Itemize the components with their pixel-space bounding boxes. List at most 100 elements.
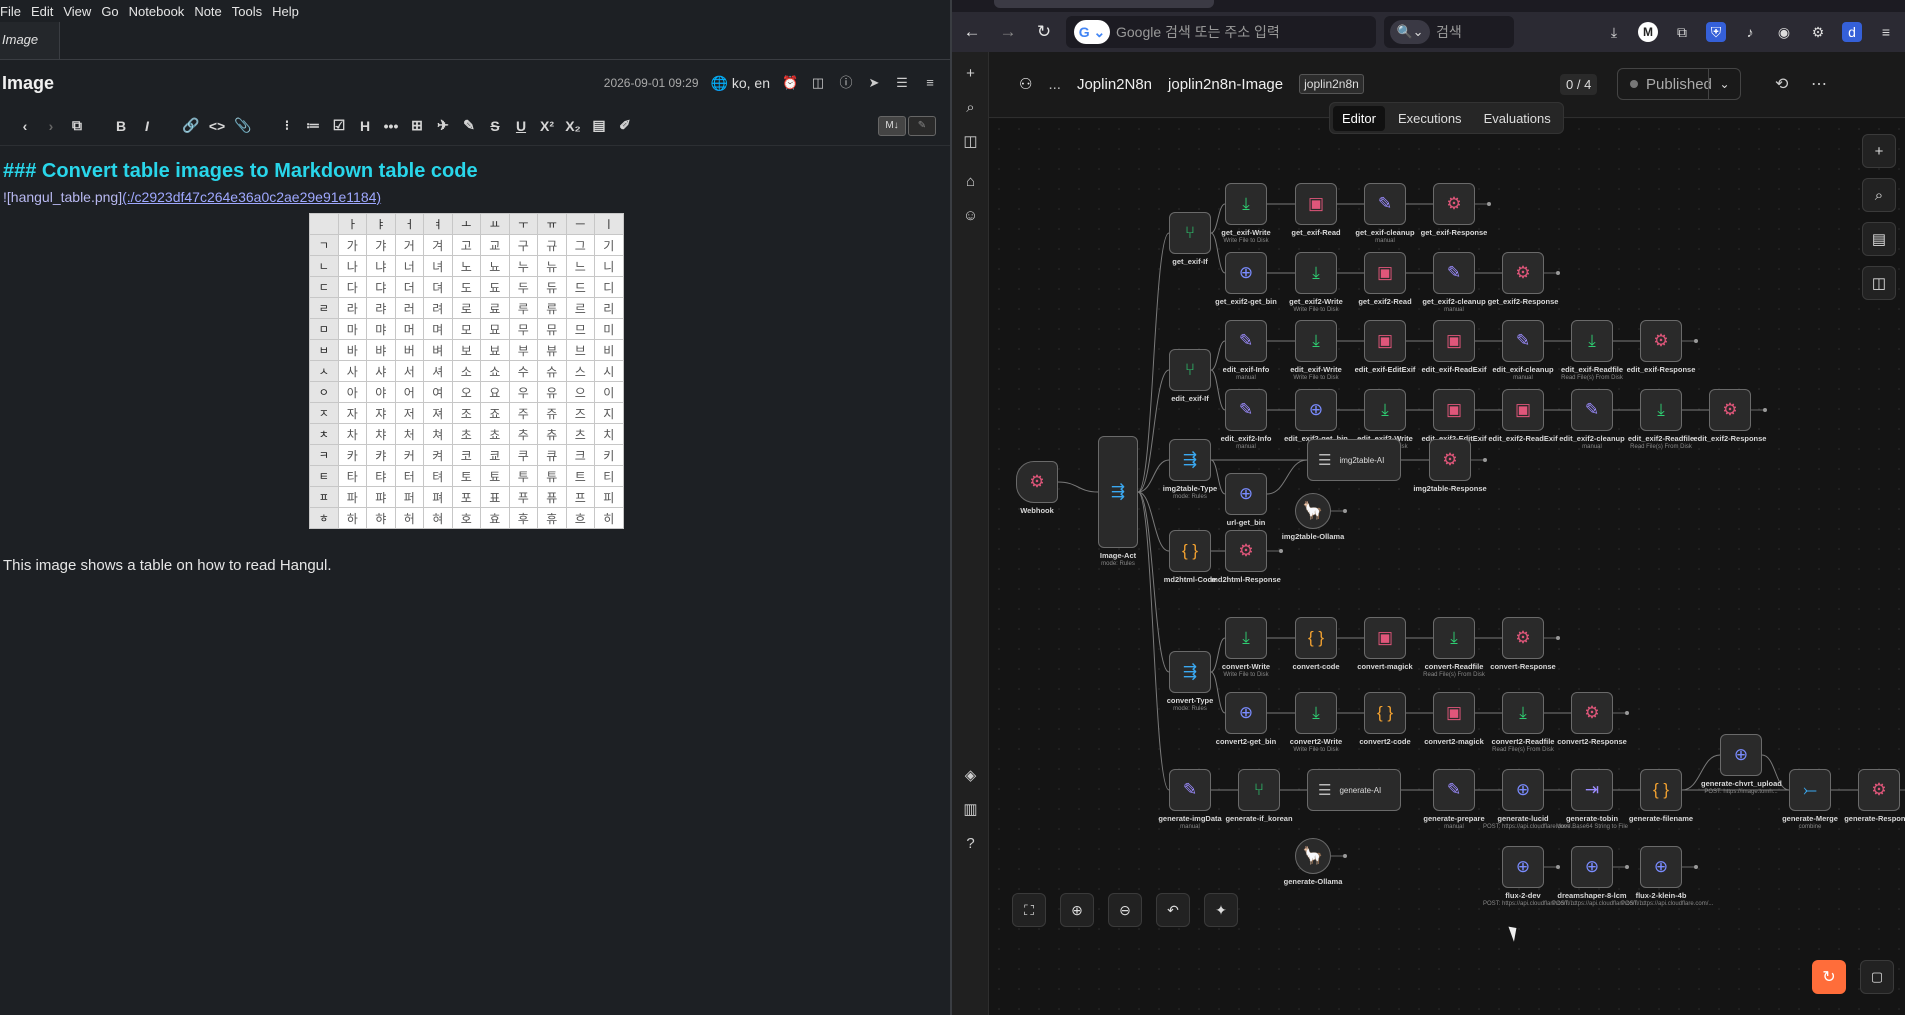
output-handle[interactable] (1343, 854, 1347, 858)
workflow-tag[interactable]: joplin2n8n (1299, 74, 1364, 94)
insights-icon[interactable]: ▥ (952, 792, 989, 826)
breadcrumb-ellipsis[interactable]: ... (1048, 76, 1061, 93)
execute-workflow-button[interactable]: ↻ (1812, 960, 1846, 994)
bullet-list-icon[interactable]: ⁝ (276, 114, 298, 138)
fit-view-button[interactable]: ⛶ (1012, 893, 1046, 927)
tab-editor[interactable]: Editor (1333, 105, 1385, 131)
node-generate-chvrt_upload[interactable]: ⊕ (1720, 734, 1762, 776)
node-generate-Ollama[interactable]: 🦙 (1295, 838, 1331, 874)
bold-icon[interactable]: B (110, 114, 132, 138)
browser-tab[interactable] (994, 0, 1214, 8)
node-get_exif-Response[interactable]: ⚙ (1433, 183, 1475, 225)
checklist-icon[interactable]: ☑ (328, 114, 350, 138)
node-generate-filename[interactable]: { } (1640, 769, 1682, 811)
node-convert-code[interactable]: { } (1295, 617, 1337, 659)
node-get_exif-if[interactable]: ⑂ (1169, 212, 1211, 254)
zoom-in-button[interactable]: ⊕ (1060, 893, 1094, 927)
node-flux-2-klein-4b[interactable]: ⊕ (1640, 846, 1682, 888)
share-icon[interactable]: ➤ (866, 75, 882, 91)
person-icon[interactable]: ⚇ (1019, 75, 1032, 93)
menu-file[interactable]: File (0, 4, 27, 19)
node-edit_exif2-Readfile[interactable]: ⤓ (1640, 389, 1682, 431)
cookie-extension-icon[interactable]: ◉ (1771, 19, 1797, 45)
google-engine-icon[interactable]: G ⌄ (1074, 20, 1110, 44)
node-edit_exif2-ReadExif[interactable]: ▣ (1502, 389, 1544, 431)
tidy-up-button[interactable]: ✦ (1204, 893, 1238, 927)
add-icon[interactable]: + (952, 56, 989, 90)
ublock-extension-icon[interactable]: ⛨ (1706, 22, 1726, 42)
node-get_exif2-Read[interactable]: ▣ (1364, 252, 1406, 294)
node-edit_exif2-EditExif[interactable]: ▣ (1433, 389, 1475, 431)
node-convert-Write[interactable]: ⤓ (1225, 617, 1267, 659)
pen-icon[interactable]: ✐ (614, 114, 636, 138)
note-tab-image[interactable]: Image (0, 22, 60, 59)
stop-button[interactable]: ▢ (1860, 960, 1894, 994)
forward-icon[interactable]: › (40, 114, 62, 138)
workflow-canvas[interactable]: ⚙ Webhook ⇶ Image-Act mode: Rules ⑂ get_exif-I… (989, 119, 1905, 1015)
document-icon[interactable]: ▤ (588, 114, 610, 138)
external-edit-icon[interactable]: ⧉ (66, 114, 88, 138)
browser-menu-icon[interactable]: ≡ (1873, 19, 1899, 45)
send-icon[interactable]: ✈ (432, 114, 454, 138)
menu-icon[interactable]: ≡ (922, 75, 938, 91)
undo-button[interactable]: ↶ (1156, 893, 1190, 927)
output-handle[interactable] (1625, 865, 1629, 869)
reload-icon[interactable]: ↻ (1030, 18, 1058, 46)
extensions-icon[interactable]: ⧉ (1669, 19, 1695, 45)
node-img2table-AI[interactable]: ☰ img2table-AI (1307, 439, 1401, 481)
node-convert2-Readfile[interactable]: ⤓ (1502, 692, 1544, 734)
insert-date-icon[interactable]: ⊞ (406, 114, 428, 138)
output-handle[interactable] (1694, 339, 1698, 343)
alarm-icon[interactable]: ⏰ (782, 75, 798, 91)
node-get_exif-cleanup[interactable]: ✎ (1364, 183, 1406, 225)
node-edit_exif2-cleanup[interactable]: ✎ (1571, 389, 1613, 431)
italic-icon[interactable]: I (136, 114, 158, 138)
node-edit_exif2-Response[interactable]: ⚙ (1709, 389, 1751, 431)
output-handle[interactable] (1343, 509, 1347, 513)
workflow-name[interactable]: joplin2n8n-Image (1168, 76, 1283, 93)
node-edit_exif-ReadExif[interactable]: ▣ (1433, 320, 1475, 362)
node-image-act[interactable]: ⇶ (1098, 436, 1138, 548)
node-generate-AI[interactable]: ☰ generate-AI (1307, 769, 1401, 811)
node-img2table-Response[interactable]: ⚙ (1429, 439, 1471, 481)
node-get_exif2-Response[interactable]: ⚙ (1502, 252, 1544, 294)
d-extension-icon[interactable]: d (1842, 22, 1862, 42)
more-icon[interactable]: ⋯ (1811, 74, 1827, 94)
menu-view[interactable]: View (63, 4, 97, 19)
menu-edit[interactable]: Edit (31, 4, 59, 19)
canvas-search-button[interactable]: ⌕ (1862, 178, 1896, 212)
menu-go[interactable]: Go (101, 4, 124, 19)
image-link-target[interactable]: (:/c2923df47c264e36a0c2ae29e91e1184) (122, 189, 381, 205)
chevron-down-icon[interactable]: ⌄ (1708, 69, 1740, 99)
node-generate-Response[interactable]: ⚙ (1858, 769, 1900, 811)
underline-icon[interactable]: U (510, 114, 532, 138)
attach-icon[interactable]: 📎 (232, 114, 254, 138)
node-edit_exif-EditExif[interactable]: ▣ (1364, 320, 1406, 362)
m-extension-icon[interactable]: M (1638, 22, 1658, 42)
output-handle[interactable] (1556, 865, 1560, 869)
code-icon[interactable]: <> (206, 114, 228, 138)
node-edit_exif-Write[interactable]: ⤓ (1295, 320, 1337, 362)
node-edit_exif2-get_bin[interactable]: ⊕ (1295, 389, 1337, 431)
node-convert2-code[interactable]: { } (1364, 692, 1406, 734)
node-convert-magick[interactable]: ▣ (1364, 617, 1406, 659)
node-md2html-Code[interactable]: { } (1169, 530, 1211, 572)
node-edit_exif-Info[interactable]: ✎ (1225, 320, 1267, 362)
editor-mode-toggle[interactable]: M↓ ✎ (878, 115, 936, 136)
list-icon[interactable]: ☰ (894, 75, 910, 91)
node-url-get_bin[interactable]: ⊕ (1225, 473, 1267, 515)
node-generate-lucid[interactable]: ⊕ (1502, 769, 1544, 811)
node-flux-2-dev[interactable]: ⊕ (1502, 846, 1544, 888)
node-convert-Response[interactable]: ⚙ (1502, 617, 1544, 659)
addon-icon[interactable]: ⚙ (1805, 19, 1831, 45)
strikethrough-icon[interactable]: S (484, 114, 506, 138)
node-webhook[interactable]: ⚙ (1016, 461, 1058, 503)
back-icon[interactable]: ‹ (14, 114, 36, 138)
node-generate-if_korean[interactable]: ⑂ (1238, 769, 1280, 811)
node-get_exif-Write[interactable]: ⤓ (1225, 183, 1267, 225)
subscript-icon[interactable]: X₂ (562, 114, 584, 138)
download-icon[interactable]: ⤓ (1601, 19, 1627, 45)
output-handle[interactable] (1763, 408, 1767, 412)
menu-note[interactable]: Note (194, 4, 227, 19)
url-bar[interactable]: G ⌄ Google 검색 또는 주소 입력 (1066, 16, 1376, 48)
